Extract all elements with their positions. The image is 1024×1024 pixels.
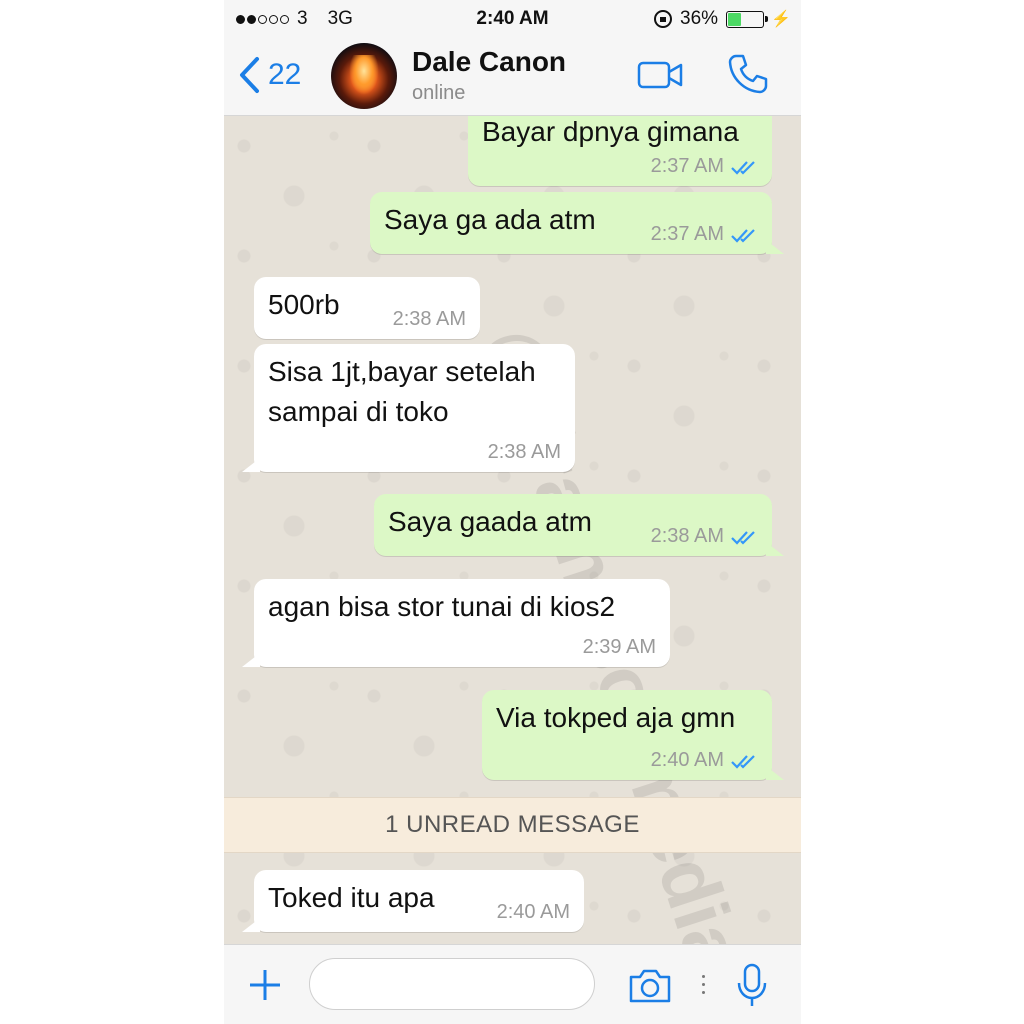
status-right: 36% ⚡: [654, 8, 791, 30]
microphone-icon[interactable]: [736, 963, 768, 1009]
battery-percent: 36%: [680, 8, 719, 29]
message-time: 2:38 AM: [392, 308, 466, 330]
message-text: agan bisa stor tunai di kios2: [268, 591, 616, 622]
message-bubble-incoming[interactable]: agan bisa stor tunai di kios2 2:39 AM: [242, 579, 670, 667]
message-bubble-outgoing[interactable]: Bayar dpnya gimana 2:37 AM: [468, 116, 772, 186]
contact-avatar[interactable]: [331, 43, 397, 109]
unread-chats-count: 22: [268, 58, 302, 91]
battery-icon: [726, 10, 769, 28]
message-meta: 2:39 AM: [583, 636, 656, 659]
read-receipt-icon: [731, 754, 755, 769]
more-options-icon[interactable]: [702, 975, 706, 999]
contact-status: online: [412, 82, 466, 104]
camera-icon[interactable]: [627, 967, 673, 1005]
message-time: 2:40 AM: [650, 749, 724, 771]
message-bubble-outgoing[interactable]: Via tokped aja gmn 2:40 AM: [482, 690, 784, 780]
message-meta: 2:40 AM: [497, 901, 570, 924]
message-list[interactable]: @dramasosmedia Bayar dpnya gimana 2:37 A…: [224, 116, 801, 944]
message-bubble-incoming[interactable]: Sisa 1jt,bayar setelah sampai di toko 2:…: [242, 344, 575, 472]
message-bubble-outgoing[interactable]: Saya gaada atm 2:38 AM: [374, 494, 784, 556]
contact-name[interactable]: Dale Canon: [412, 46, 566, 78]
read-receipt-icon: [731, 228, 755, 243]
message-bubble-incoming[interactable]: 500rb 2:38 AM: [254, 277, 480, 339]
video-call-icon[interactable]: [637, 60, 685, 90]
message-meta: 2:38 AM: [488, 441, 561, 464]
message-text: Via tokped aja gmn: [496, 702, 736, 733]
rotation-lock-icon: [654, 10, 673, 28]
message-bubble-outgoing[interactable]: Saya ga ada atm 2:37 AM: [370, 192, 784, 254]
read-receipt-icon: [731, 530, 755, 545]
message-time: 2:38 AM: [650, 525, 724, 547]
message-bubble-incoming[interactable]: Toked itu apa 2:40 AM: [242, 870, 584, 932]
chevron-left-icon: [240, 57, 259, 93]
message-text: Sisa 1jt,bayar setelah sampai di toko: [268, 356, 536, 427]
message-time: 2:38 AM: [487, 441, 561, 463]
phone-screen: 3 3G 2:40 AM 36% ⚡ 22 Dale Canon online: [224, 0, 801, 1024]
message-meta: 2:40 AM: [651, 749, 758, 772]
status-bar: 3 3G 2:40 AM 36% ⚡: [224, 0, 801, 36]
unread-messages-banner: 1 UNREAD MESSAGE: [224, 797, 801, 853]
back-button[interactable]: 22: [238, 56, 301, 94]
message-input[interactable]: [309, 958, 595, 1010]
chat-header: 22 Dale Canon online: [224, 36, 801, 116]
message-text: Bayar dpnya gimana: [482, 116, 739, 147]
message-time: 2:40 AM: [496, 901, 570, 923]
message-meta: 2:37 AM: [651, 223, 758, 246]
voice-call-icon[interactable]: [726, 52, 770, 96]
read-receipt-icon: [731, 160, 755, 175]
battery-fill: [728, 12, 742, 26]
charging-icon: ⚡: [771, 11, 791, 28]
message-time: 2:39 AM: [582, 636, 656, 658]
plus-icon[interactable]: [247, 967, 283, 1003]
message-time: 2:37 AM: [650, 155, 724, 177]
message-meta: 2:38 AM: [393, 308, 466, 331]
message-input-bar: [224, 944, 801, 1024]
message-meta: 2:38 AM: [651, 525, 758, 548]
message-time: 2:37 AM: [650, 223, 724, 245]
message-meta: 2:37 AM: [651, 155, 758, 178]
